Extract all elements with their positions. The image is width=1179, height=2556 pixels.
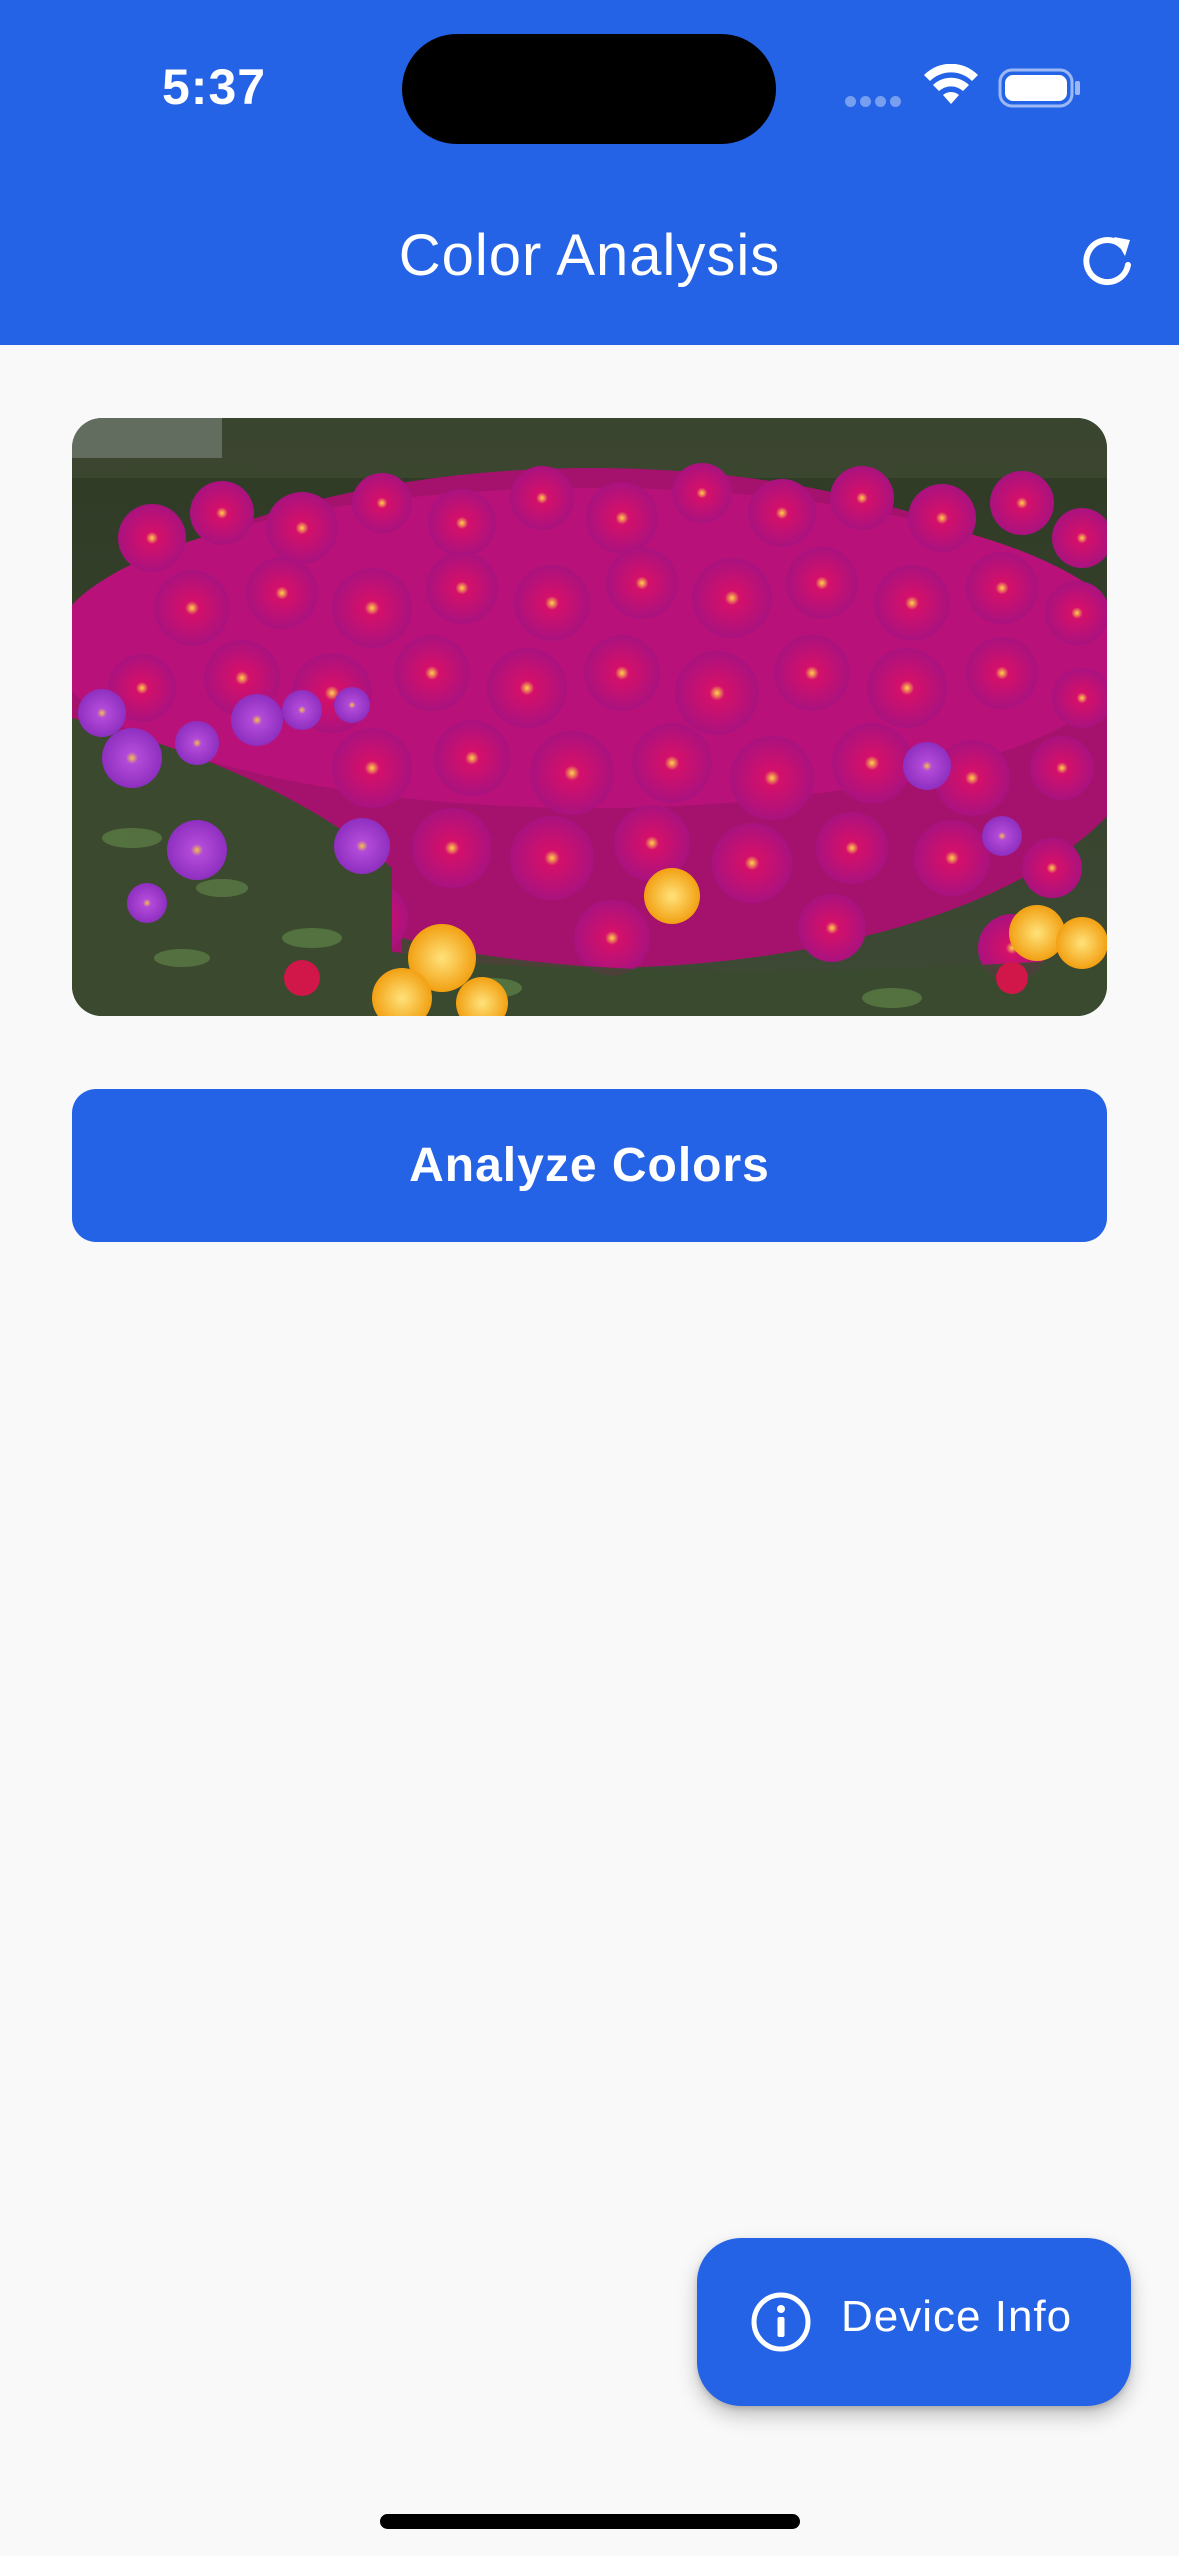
analyze-colors-button[interactable]: Analyze Colors: [72, 1089, 1107, 1242]
battery-icon: [998, 68, 1080, 108]
flower-photo-drawing: [72, 418, 1107, 1016]
home-indicator[interactable]: [380, 2514, 800, 2529]
wifi-icon: [924, 64, 978, 104]
app-bar: 5:37 Color Analysis: [0, 0, 1179, 345]
page-title: Color Analysis: [398, 223, 781, 288]
device-info-label: Device Info: [841, 2292, 1073, 2341]
device-info-button[interactable]: Device Info: [697, 2238, 1131, 2406]
status-time: 5:37: [162, 59, 267, 115]
refresh-icon[interactable]: [1078, 232, 1136, 290]
dynamic-island: [402, 34, 776, 144]
app-screen: 5:37 Color Analysis Analyze Colors Devic…: [0, 0, 1179, 2556]
cellular-signal-icon: [845, 94, 905, 107]
info-icon: [751, 2292, 811, 2352]
flower-field-photo: [72, 418, 1107, 1016]
